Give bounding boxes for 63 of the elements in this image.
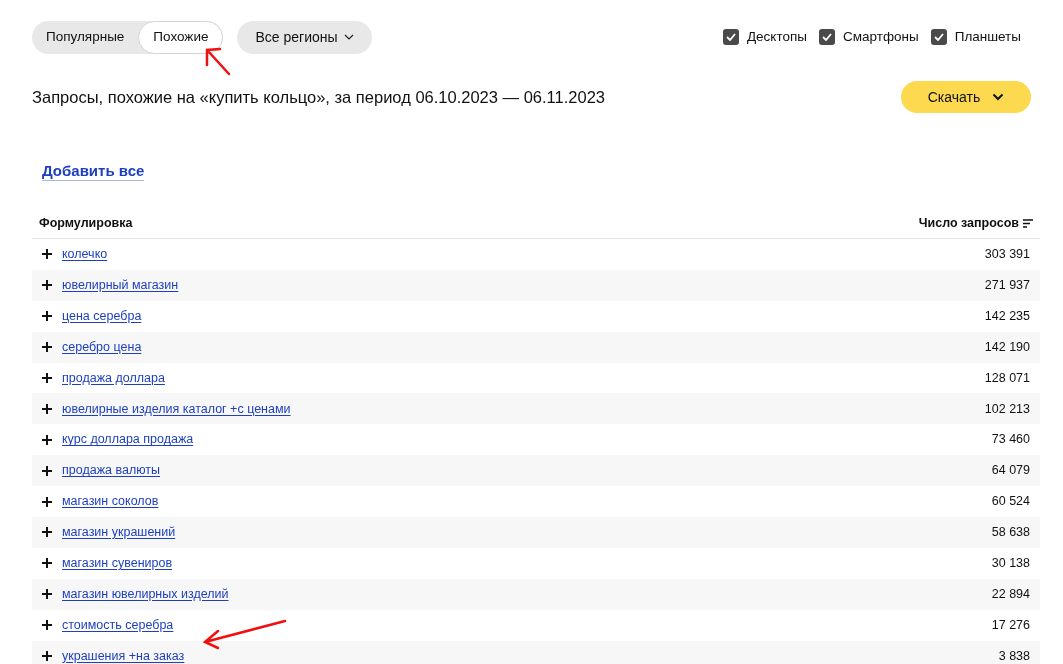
- query-link[interactable]: стоимость серебра: [62, 615, 174, 635]
- check-icon: [725, 33, 736, 41]
- query-count: 271 937: [984, 276, 1030, 294]
- checkbox[interactable]: [930, 29, 947, 45]
- query-link[interactable]: магазин украшений: [62, 523, 176, 542]
- checkbox-label[interactable]: Смартфоны: [842, 26, 919, 48]
- query-link[interactable]: курс доллара продажа: [62, 430, 194, 450]
- chevron-down-icon: [992, 93, 1005, 101]
- query-count: 142 190: [984, 338, 1030, 356]
- add-icon[interactable]: [42, 620, 52, 631]
- query-link[interactable]: колечко: [62, 245, 108, 264]
- arrow-annotation: [203, 45, 233, 77]
- checkbox-label[interactable]: Десктопы: [746, 26, 807, 48]
- query-link[interactable]: магазин сувениров: [62, 553, 173, 573]
- add-icon[interactable]: [42, 280, 52, 291]
- query-link[interactable]: украшения +на заказ: [62, 646, 185, 664]
- column-header[interactable]: Число запросов: [918, 214, 1019, 233]
- column-header: Формулировка: [39, 215, 133, 233]
- add-icon[interactable]: [42, 651, 52, 661]
- check-icon: [933, 33, 944, 41]
- add-icon[interactable]: [42, 311, 52, 322]
- query-count: 22 894: [991, 585, 1030, 603]
- mode-tab[interactable]: Похожие: [138, 20, 224, 54]
- query-count: 128 071: [984, 369, 1030, 387]
- query-count: 64 079: [991, 462, 1030, 480]
- query-count: 30 138: [991, 554, 1030, 572]
- query-link[interactable]: цена серебра: [62, 306, 142, 326]
- query-count: 58 638: [991, 524, 1030, 542]
- add-all-link[interactable]: Добавить все: [42, 162, 145, 181]
- query-link[interactable]: ювелирный магазин: [62, 275, 179, 295]
- add-icon[interactable]: [42, 558, 52, 569]
- add-icon[interactable]: [42, 527, 52, 538]
- add-icon[interactable]: [42, 373, 52, 383]
- checkbox-label[interactable]: Планшеты: [954, 26, 1021, 48]
- query-count: 303 391: [984, 246, 1030, 264]
- chevron-down-icon: [343, 34, 354, 40]
- download-button[interactable]: Скачать: [901, 81, 1031, 113]
- sort-icon[interactable]: [1023, 219, 1033, 228]
- query-link[interactable]: серебро цена: [62, 337, 142, 357]
- region-dropdown[interactable]: Все регионы: [237, 20, 372, 54]
- query-link[interactable]: продажа валюты: [62, 461, 160, 481]
- query-count: 73 460: [991, 431, 1030, 449]
- add-icon[interactable]: [42, 496, 52, 507]
- add-icon[interactable]: [42, 403, 52, 414]
- query-link[interactable]: продажа доллара: [62, 368, 165, 388]
- query-count: 3 838: [998, 647, 1030, 664]
- add-icon[interactable]: [42, 342, 52, 353]
- query-link[interactable]: магазин соколов: [62, 492, 159, 511]
- mode-tab[interactable]: Популярные: [32, 20, 139, 54]
- page-title: Запросы, похожие на «купить кольцо», за период 06.10.2023 — 06.11.2023: [32, 86, 605, 108]
- query-count: 60 524: [991, 493, 1030, 511]
- query-count: 102 213: [984, 400, 1030, 418]
- check-icon: [821, 33, 832, 41]
- add-icon[interactable]: [42, 589, 52, 600]
- query-count: 142 235: [984, 307, 1030, 325]
- checkbox[interactable]: [818, 29, 835, 45]
- add-icon[interactable]: [42, 434, 52, 445]
- query-link[interactable]: магазин ювелирных изделий: [62, 584, 229, 604]
- query-link[interactable]: ювелирные изделия каталог +с ценами: [62, 399, 291, 419]
- checkbox[interactable]: [722, 29, 739, 45]
- add-icon[interactable]: [42, 249, 52, 260]
- query-count: 17 276: [991, 616, 1030, 634]
- add-icon[interactable]: [42, 465, 52, 476]
